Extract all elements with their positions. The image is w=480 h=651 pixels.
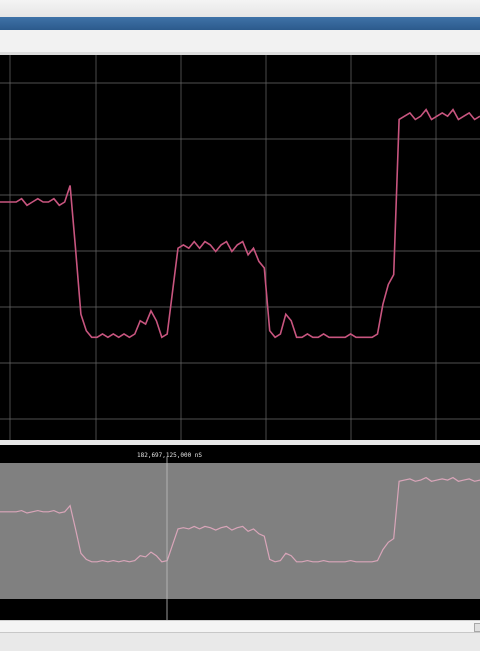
options-bar bbox=[0, 30, 480, 53]
overview-plot[interactable] bbox=[0, 445, 480, 620]
toolbar bbox=[0, 0, 480, 18]
overview-background bbox=[0, 463, 480, 599]
overview-waveform-svg bbox=[0, 445, 480, 620]
scrollbar-thumb[interactable] bbox=[474, 623, 480, 632]
main-waveform-plot[interactable] bbox=[0, 55, 480, 440]
plot-background bbox=[0, 55, 480, 440]
status-bar bbox=[0, 632, 480, 651]
window-title-bar bbox=[0, 17, 480, 30]
main-waveform-svg bbox=[0, 55, 480, 440]
cursor-time-label: 182,697,125,000 nS bbox=[137, 452, 203, 459]
